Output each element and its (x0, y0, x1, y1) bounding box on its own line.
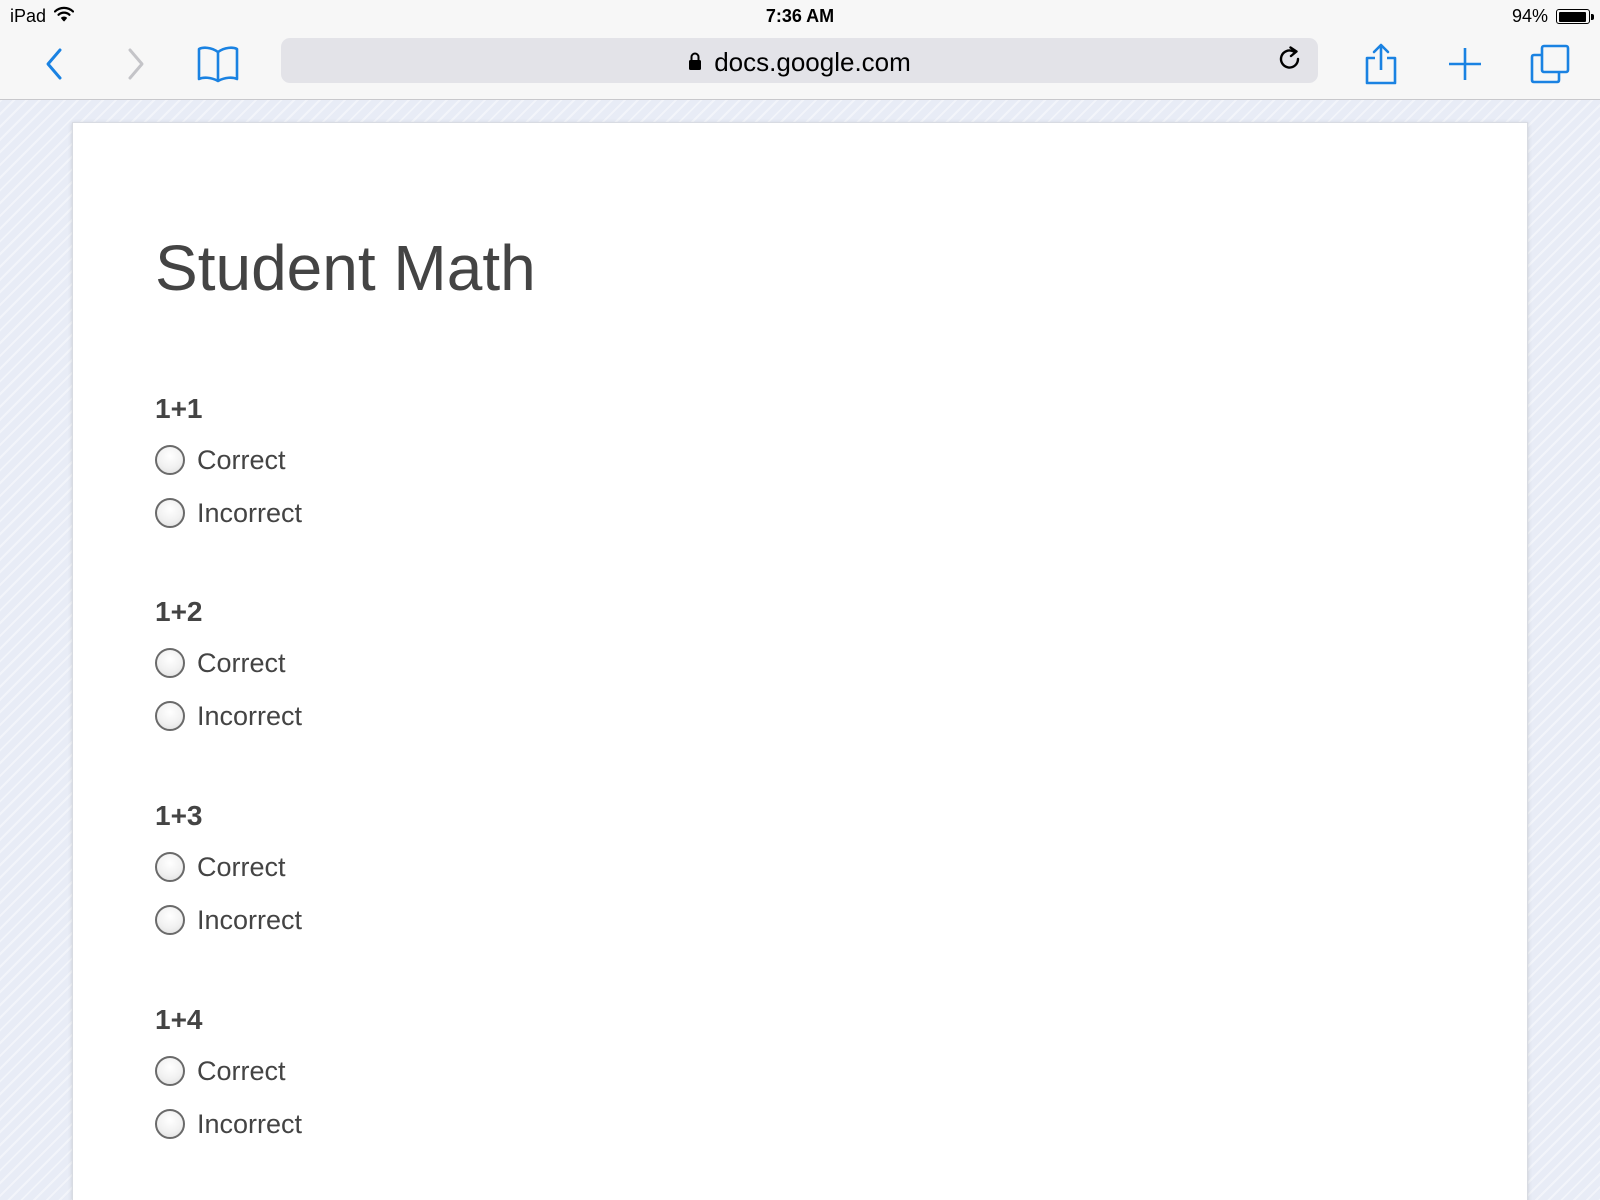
option-label: Incorrect (197, 700, 303, 731)
bookmarks-button[interactable] (193, 41, 243, 91)
option-correct[interactable]: Correct (155, 850, 302, 884)
bookmarks-icon (196, 45, 240, 88)
option-incorrect[interactable]: Incorrect (155, 699, 302, 733)
share-button[interactable] (1356, 41, 1406, 91)
form-card: Student Math 1+1 Correct Incorrect 1+2 C… (72, 122, 1528, 1200)
battery-percent: 94% (1511, 6, 1548, 26)
option-label: Incorrect (197, 1108, 303, 1139)
status-right: 94% (1511, 6, 1594, 27)
new-tab-button[interactable] (1440, 41, 1490, 91)
status-time: 7:36 AM (765, 6, 835, 26)
form-title: Student Math (155, 232, 536, 304)
browser-toolbar: docs.google.com (0, 33, 1600, 100)
option-correct[interactable]: Correct (155, 443, 302, 477)
option-label: Incorrect (197, 497, 303, 528)
question-2: 1+2 Correct Incorrect (155, 598, 302, 752)
question-4: 1+4 Correct Incorrect (155, 1006, 302, 1160)
option-label: Correct (197, 647, 286, 678)
question-1: 1+1 Correct Incorrect (155, 395, 302, 549)
question-label: 1+4 (155, 1004, 203, 1035)
url-text: docs.google.com (714, 47, 911, 77)
radio-button[interactable] (155, 852, 185, 882)
new-tab-icon (1448, 47, 1482, 86)
radio-button[interactable] (155, 701, 185, 731)
option-incorrect[interactable]: Incorrect (155, 903, 302, 937)
question-3: 1+3 Correct Incorrect (155, 802, 302, 956)
battery-fill (1558, 11, 1586, 22)
forward-icon (126, 47, 146, 86)
tabs-button[interactable] (1525, 41, 1575, 91)
radio-button[interactable] (155, 498, 185, 528)
question-label: 1+1 (155, 393, 203, 424)
address-content: docs.google.com (281, 47, 1318, 78)
lock-icon (688, 47, 702, 78)
option-label: Correct (197, 851, 286, 882)
option-incorrect[interactable]: Incorrect (155, 496, 302, 530)
battery-icon (1556, 9, 1594, 24)
option-label: Incorrect (197, 904, 303, 935)
radio-button[interactable] (155, 905, 185, 935)
back-button[interactable] (29, 41, 79, 91)
option-label: Correct (197, 444, 286, 475)
back-icon (44, 47, 64, 86)
address-bar[interactable]: docs.google.com (281, 38, 1318, 83)
radio-button[interactable] (155, 1056, 185, 1086)
option-correct[interactable]: Correct (155, 646, 302, 680)
reload-icon (1277, 45, 1303, 77)
status-bar: iPad 7:36 AM 94% (0, 0, 1600, 33)
tabs-icon (1530, 44, 1570, 89)
radio-button[interactable] (155, 648, 185, 678)
radio-button[interactable] (155, 1109, 185, 1139)
option-label: Correct (197, 1055, 286, 1086)
share-icon (1364, 43, 1398, 90)
option-correct[interactable]: Correct (155, 1054, 302, 1088)
forward-button[interactable] (111, 41, 161, 91)
question-label: 1+3 (155, 800, 203, 831)
reload-button[interactable] (1272, 43, 1308, 79)
question-label: 1+2 (155, 596, 203, 627)
radio-button[interactable] (155, 445, 185, 475)
option-incorrect[interactable]: Incorrect (155, 1107, 302, 1141)
